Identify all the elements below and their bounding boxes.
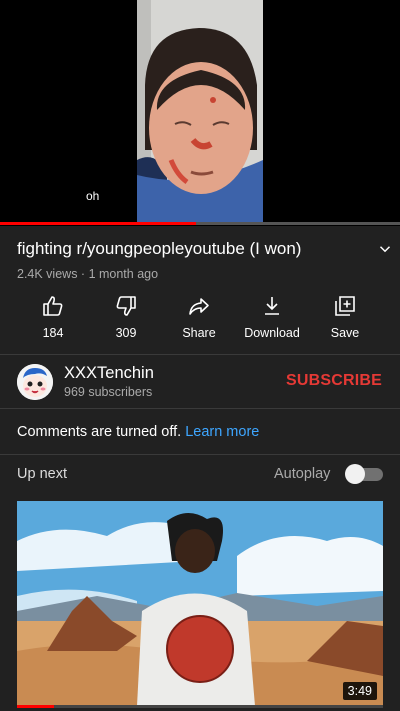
download-button[interactable]: Download bbox=[232, 294, 312, 340]
dislike-button[interactable]: 309 bbox=[86, 294, 166, 340]
download-icon bbox=[265, 297, 279, 315]
subscribe-button[interactable]: SUBSCRIBE bbox=[286, 372, 382, 390]
channel-avatar-image bbox=[17, 364, 53, 400]
like-count: 184 bbox=[42, 326, 64, 340]
video-player[interactable]: oh bbox=[0, 0, 400, 226]
divider bbox=[0, 408, 400, 409]
share-icon bbox=[189, 298, 209, 315]
autoplay-toggle-knob bbox=[345, 464, 365, 484]
divider bbox=[0, 454, 400, 455]
next-video-watched-bar bbox=[17, 705, 383, 708]
upload-age: 1 month ago bbox=[88, 267, 159, 281]
thumbs-down-icon bbox=[116, 296, 136, 316]
channel-name[interactable]: XXXTenchin bbox=[64, 364, 154, 383]
thumbnail-image bbox=[17, 501, 383, 706]
video-progress-fill bbox=[0, 222, 196, 225]
channel-avatar[interactable] bbox=[17, 364, 53, 400]
next-video-watched-fill bbox=[17, 705, 54, 708]
video-caption: oh bbox=[86, 189, 100, 203]
autoplay-toggle[interactable] bbox=[345, 463, 383, 485]
share-button[interactable]: Share bbox=[159, 294, 239, 340]
up-next-heading: Up next bbox=[17, 466, 67, 482]
share-label: Share bbox=[182, 326, 216, 340]
learn-more-link[interactable]: Learn more bbox=[185, 424, 259, 440]
autoplay-label: Autoplay bbox=[274, 466, 331, 482]
divider bbox=[0, 354, 400, 355]
download-label: Download bbox=[244, 326, 300, 340]
dislike-count: 309 bbox=[115, 326, 137, 340]
view-count: 2.4K views bbox=[17, 267, 78, 281]
save-to-playlist-icon bbox=[335, 296, 355, 316]
like-button[interactable]: 184 bbox=[13, 294, 93, 340]
video-progress-bar[interactable] bbox=[0, 222, 400, 225]
video-meta: 2.4K views · 1 month ago bbox=[17, 267, 158, 281]
chevron-down-icon[interactable] bbox=[376, 240, 394, 258]
video-duration: 3:49 bbox=[342, 682, 377, 700]
save-label: Save bbox=[330, 326, 360, 340]
action-bar: 184 309 Share Download Save bbox=[0, 294, 400, 344]
next-video-thumbnail[interactable]: 3:49 bbox=[17, 501, 383, 706]
meta-separator: · bbox=[77, 267, 89, 281]
comments-off-text: Comments are turned off. bbox=[17, 424, 182, 440]
subscriber-count: 969 subscribers bbox=[64, 385, 153, 399]
comments-notice: Comments are turned off. Learn more bbox=[17, 424, 259, 440]
video-frame bbox=[137, 0, 263, 222]
video-still-image bbox=[137, 0, 263, 222]
video-title[interactable]: fighting r/youngpeopleyoutube (I won) bbox=[17, 239, 367, 259]
thumbs-up-icon bbox=[43, 296, 63, 316]
save-button[interactable]: Save bbox=[305, 294, 385, 340]
